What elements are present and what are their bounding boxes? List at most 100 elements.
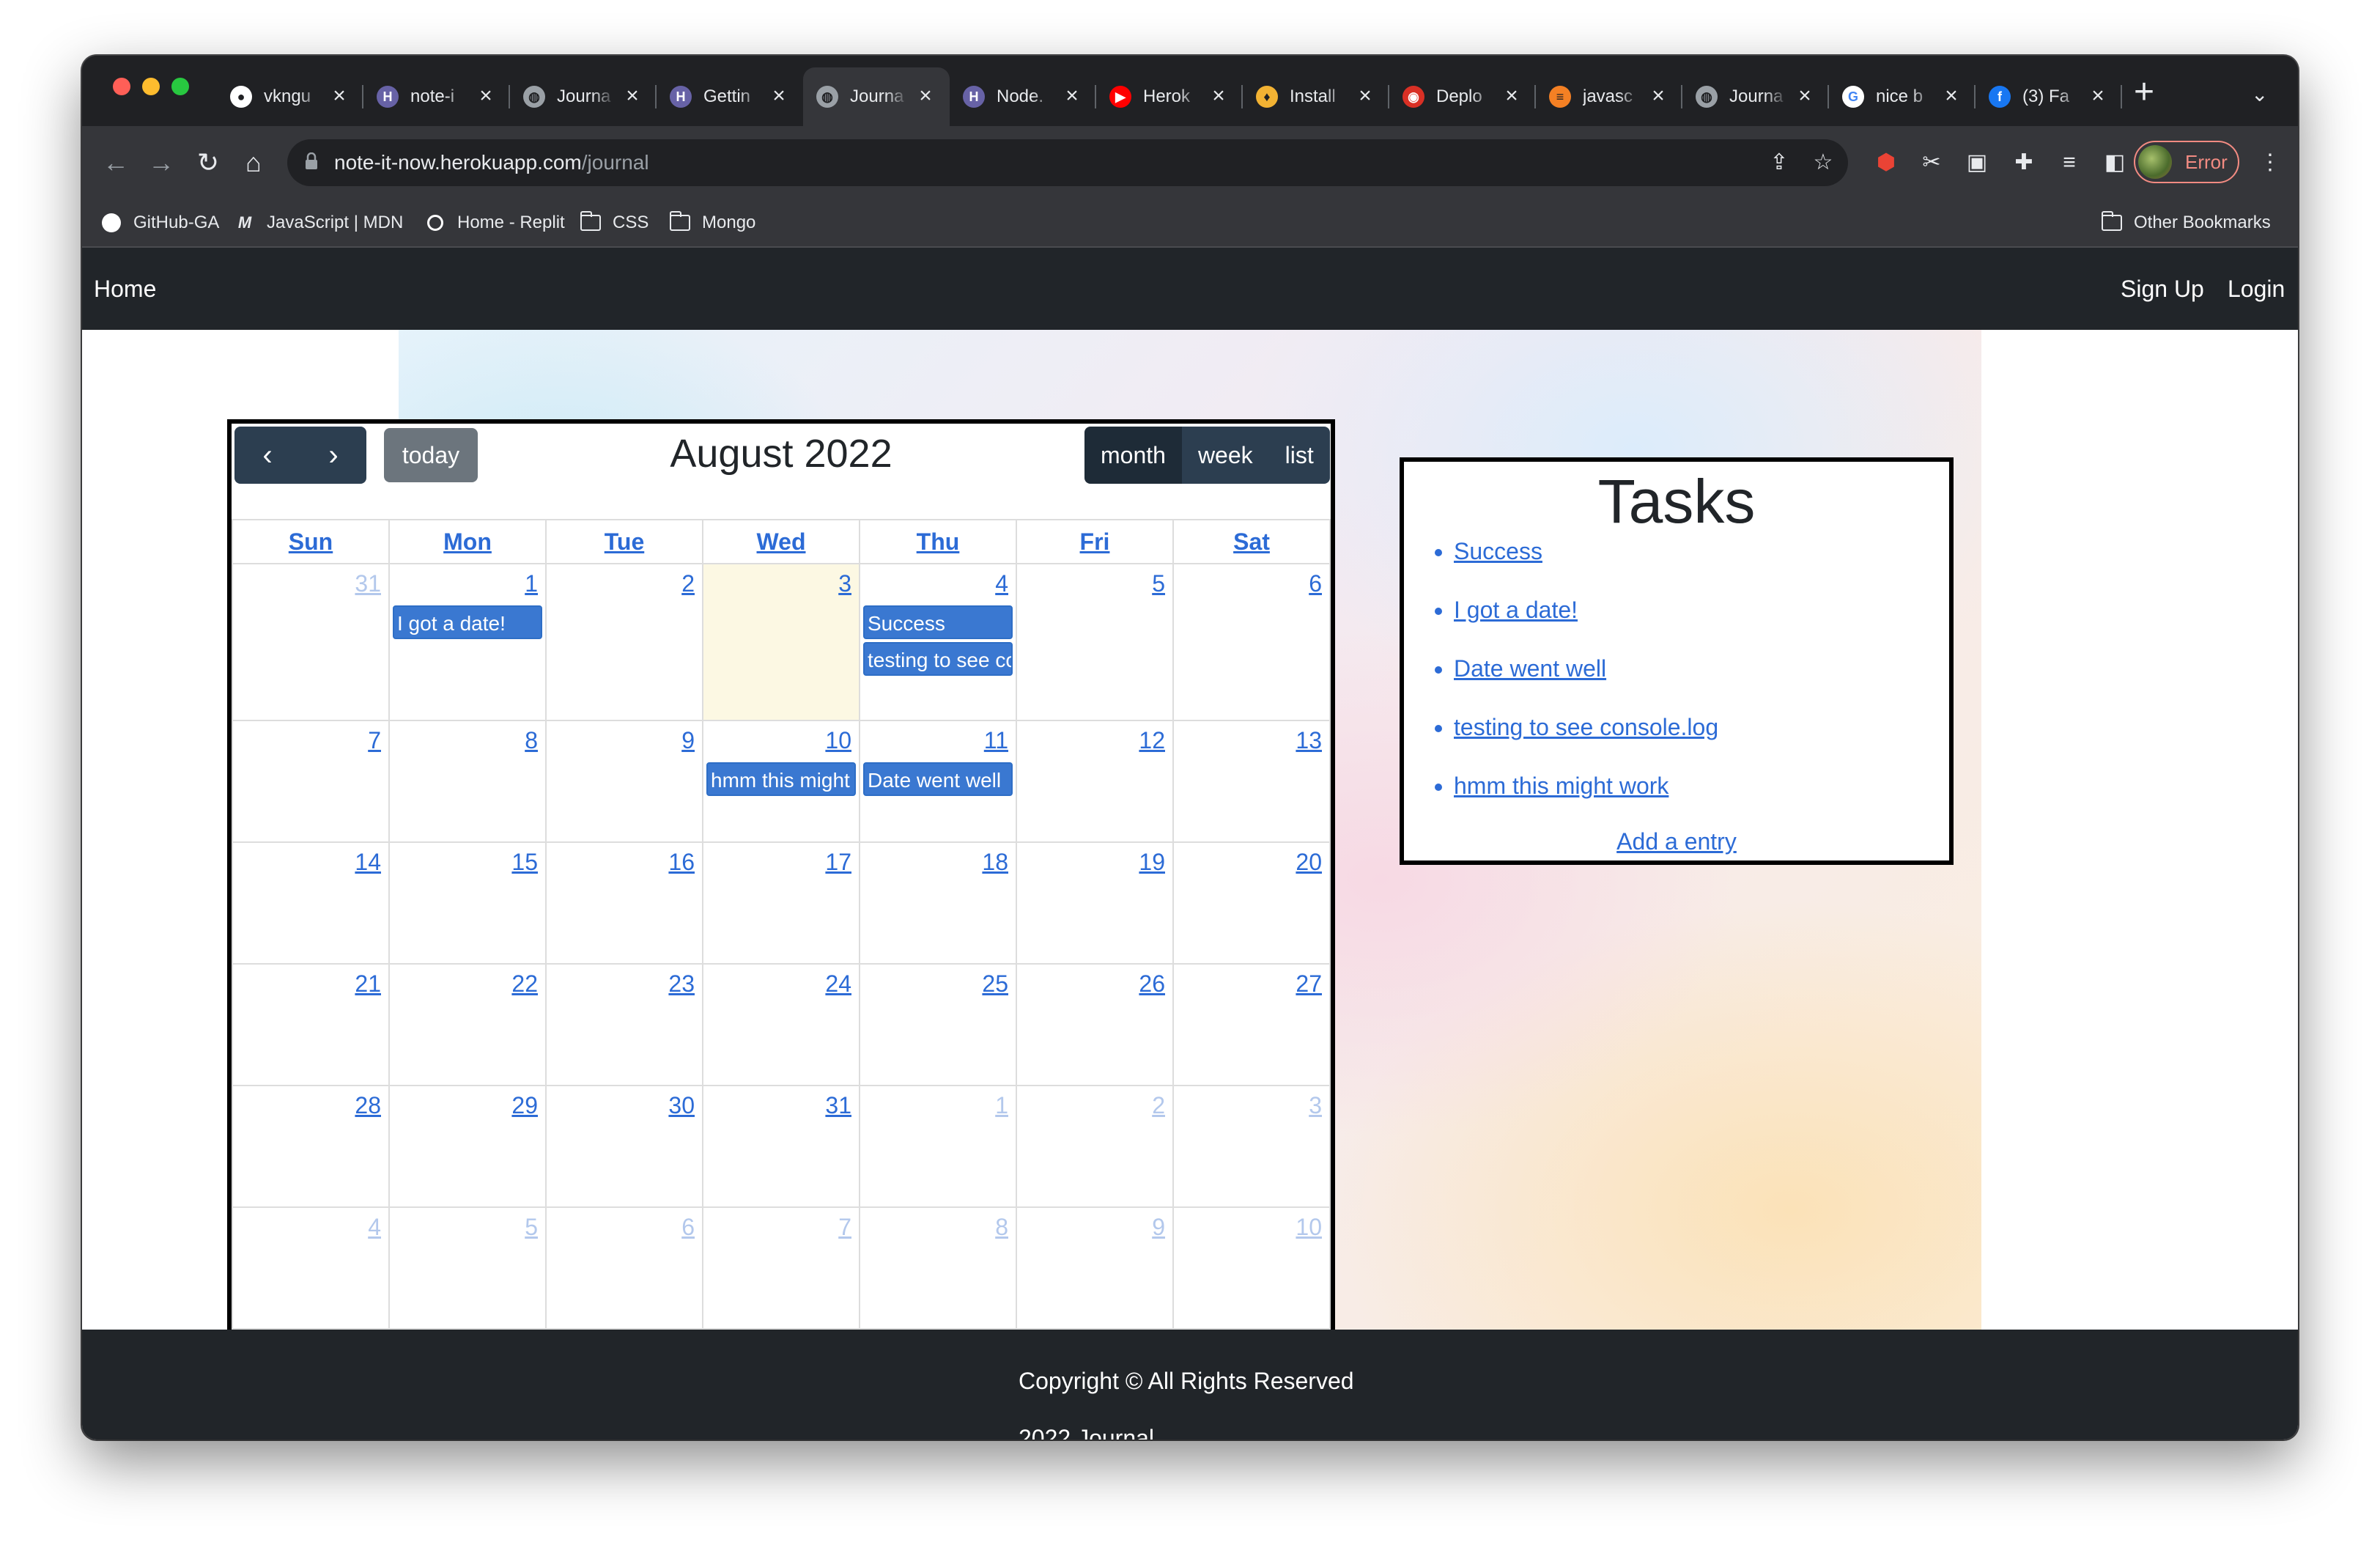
prev-month-button[interactable]: ‹ (234, 427, 300, 484)
day-cell[interactable]: 7 (232, 720, 390, 843)
nav-home-link[interactable]: Home (94, 248, 156, 330)
other-bookmarks-folder[interactable]: Other Bookmarks (2102, 199, 2271, 246)
day-number-link[interactable]: 31 (355, 570, 381, 597)
day-cell[interactable]: 15 (388, 841, 547, 965)
tab-3[interactable]: ◍ Journa × (510, 67, 657, 126)
close-tab-icon[interactable]: × (328, 85, 350, 107)
weekday-link-thu[interactable]: Thu (917, 528, 960, 555)
home-icon[interactable]: ⌂ (236, 145, 271, 180)
view-month-button[interactable]: month (1084, 427, 1182, 484)
day-cell[interactable]: 17 (702, 841, 860, 965)
profile-error-button[interactable]: Error (2134, 141, 2239, 183)
close-tab-icon[interactable]: × (1354, 85, 1376, 107)
next-month-button[interactable]: › (300, 427, 366, 484)
day-number-link[interactable]: 8 (525, 727, 538, 753)
bookmark-star-icon[interactable]: ☆ (1810, 150, 1836, 176)
close-tab-icon[interactable]: × (621, 85, 643, 107)
extensions-puzzle-icon[interactable]: ✚ (2009, 148, 2039, 177)
browser-menu-icon[interactable]: ⋮ (2255, 148, 2285, 177)
day-number-link[interactable]: 3 (1309, 1092, 1322, 1118)
day-cell[interactable]: 14 (232, 841, 390, 965)
day-cell-today[interactable]: 3 (702, 563, 860, 721)
day-cell[interactable]: 25 (859, 963, 1017, 1086)
tab-10[interactable]: ≡ javasc × (1536, 67, 1682, 126)
calendar-event[interactable]: testing to see console.log (863, 642, 1013, 676)
day-cell[interactable]: 1 I got a date! (388, 563, 547, 721)
day-number-link[interactable]: 30 (668, 1092, 695, 1118)
day-number-link[interactable]: 25 (982, 970, 1008, 997)
weekday-link-sun[interactable]: Sun (289, 528, 333, 555)
day-cell[interactable]: 19 (1016, 841, 1174, 965)
tab-7[interactable]: ▶ Herok × (1096, 67, 1243, 126)
day-number-link[interactable]: 26 (1139, 970, 1165, 997)
day-cell[interactable]: 29 (388, 1085, 547, 1208)
day-number-link[interactable]: 9 (1152, 1214, 1165, 1240)
day-number-link[interactable]: 1 (525, 570, 538, 597)
weekday-link-tue[interactable]: Tue (605, 528, 645, 555)
close-tab-icon[interactable]: × (1794, 85, 1816, 107)
day-number-link[interactable]: 2 (681, 570, 695, 597)
day-cell[interactable]: 10 hmm this might work (702, 720, 860, 843)
bookmark-1[interactable]: GitHub-GA (101, 199, 219, 246)
bookmark-2[interactable]: M JavaScript | MDN (234, 199, 403, 246)
day-number-link[interactable]: 13 (1296, 727, 1322, 753)
day-cell[interactable]: 4 (232, 1206, 390, 1330)
day-cell[interactable]: 11 Date went well (859, 720, 1017, 843)
close-tab-icon[interactable]: × (768, 85, 790, 107)
close-tab-icon[interactable]: × (1208, 85, 1230, 107)
day-cell[interactable]: 6 (545, 1206, 703, 1330)
day-number-link[interactable]: 14 (355, 849, 381, 875)
close-tab-icon[interactable]: × (475, 85, 497, 107)
maximize-window-button[interactable] (171, 78, 189, 95)
day-number-link[interactable]: 28 (355, 1092, 381, 1118)
day-cell[interactable]: 20 (1172, 841, 1331, 965)
day-number-link[interactable]: 2 (1152, 1092, 1165, 1118)
day-number-link[interactable]: 18 (982, 849, 1008, 875)
day-cell[interactable]: 8 (388, 720, 547, 843)
view-list-button[interactable]: list (1268, 427, 1330, 484)
day-number-link[interactable]: 1 (995, 1092, 1008, 1118)
day-cell[interactable]: 7 (702, 1206, 860, 1330)
day-cell[interactable]: 24 (702, 963, 860, 1086)
day-cell[interactable]: 9 (545, 720, 703, 843)
close-window-button[interactable] (113, 78, 130, 95)
task-link[interactable]: testing to see console.log (1454, 714, 1718, 740)
extension-translate-icon[interactable]: ▣ (1962, 148, 1992, 177)
reload-button[interactable]: ↻ (191, 145, 226, 180)
day-number-link[interactable]: 19 (1139, 849, 1165, 875)
day-cell[interactable]: 26 (1016, 963, 1174, 1086)
day-number-link[interactable]: 3 (838, 570, 851, 597)
day-number-link[interactable]: 22 (511, 970, 538, 997)
tab-9[interactable]: ◉ Deplo × (1389, 67, 1536, 126)
day-number-link[interactable]: 21 (355, 970, 381, 997)
day-cell[interactable]: 13 (1172, 720, 1331, 843)
nav-login-link[interactable]: Login (2228, 248, 2285, 330)
day-cell[interactable]: 5 (388, 1206, 547, 1330)
day-cell[interactable]: 6 (1172, 563, 1331, 721)
close-tab-icon[interactable]: × (2087, 85, 2109, 107)
day-number-link[interactable]: 4 (995, 570, 1008, 597)
day-cell[interactable]: 12 (1016, 720, 1174, 843)
day-cell[interactable]: 3 (1172, 1085, 1331, 1208)
back-button[interactable]: ← (98, 145, 133, 180)
day-number-link[interactable]: 23 (668, 970, 695, 997)
day-cell[interactable]: 9 (1016, 1206, 1174, 1330)
calendar-event[interactable]: I got a date! (393, 605, 542, 639)
day-number-link[interactable]: 4 (368, 1214, 381, 1240)
weekday-link-mon[interactable]: Mon (443, 528, 492, 555)
task-link[interactable]: Date went well (1454, 655, 1606, 682)
lock-icon[interactable] (305, 152, 318, 170)
day-cell[interactable]: 30 (545, 1085, 703, 1208)
task-link[interactable]: I got a date! (1454, 597, 1578, 623)
day-cell[interactable]: 5 (1016, 563, 1174, 721)
day-cell[interactable]: 31 (702, 1085, 860, 1208)
tab-5[interactable]: ◍ Journa × (803, 67, 950, 126)
task-link[interactable]: hmm this might work (1454, 773, 1668, 799)
forward-button[interactable]: → (144, 145, 179, 180)
reading-list-icon[interactable]: ≡ (2055, 148, 2084, 177)
weekday-link-wed[interactable]: Wed (757, 528, 806, 555)
share-icon[interactable]: ⇪ (1766, 150, 1792, 176)
tab-13[interactable]: f (3) Fa × (1976, 67, 2122, 126)
day-cell[interactable]: 21 (232, 963, 390, 1086)
day-cell[interactable]: 10 (1172, 1206, 1331, 1330)
